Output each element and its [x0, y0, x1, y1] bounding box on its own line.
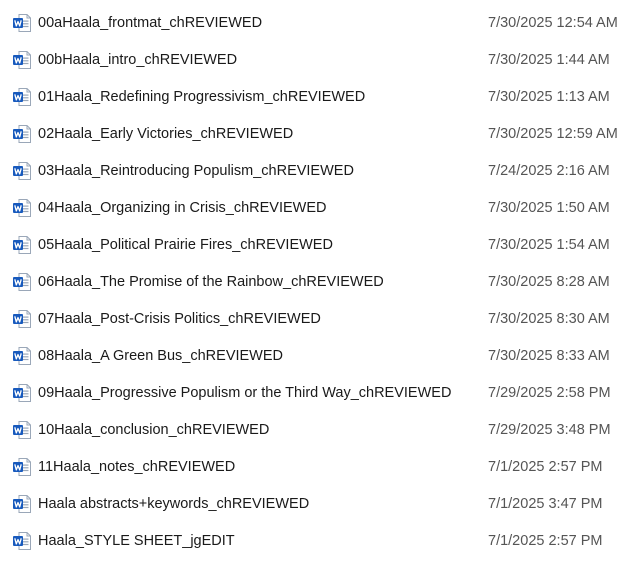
file-row[interactable]: 10Haala_conclusion_chREVIEWED 7/29/2025 … [0, 411, 635, 448]
file-date-modified: 7/29/2025 2:58 PM [488, 385, 611, 401]
file-row[interactable]: 05Haala_Political Prairie Fires_chREVIEW… [0, 226, 635, 263]
file-date-modified: 7/24/2025 2:16 AM [488, 163, 610, 179]
file-name: 06Haala_The Promise of the Rainbow_chREV… [38, 274, 384, 290]
file-date-modified: 7/1/2025 2:57 PM [488, 459, 603, 475]
file-name: 11Haala_notes_chREVIEWED [38, 459, 236, 475]
word-document-icon [12, 87, 32, 107]
word-document-icon [12, 50, 32, 70]
file-name: 09Haala_Progressive Populism or the Thir… [38, 385, 452, 401]
file-row[interactable]: 00bHaala_intro_chREVIEWED 7/30/2025 1:44… [0, 41, 635, 78]
file-date-modified: 7/30/2025 8:30 AM [488, 311, 610, 327]
file-date-modified: 7/1/2025 3:47 PM [488, 496, 603, 512]
file-row[interactable]: 09Haala_Progressive Populism or the Thir… [0, 374, 635, 411]
file-name: 05Haala_Political Prairie Fires_chREVIEW… [38, 237, 333, 253]
file-row[interactable]: 06Haala_The Promise of the Rainbow_chREV… [0, 263, 635, 300]
word-document-icon [12, 346, 32, 366]
word-document-icon [12, 161, 32, 181]
file-name: 00aHaala_frontmat_chREVIEWED [38, 15, 263, 31]
file-name: 02Haala_Early Victories_chREVIEWED [38, 126, 294, 142]
file-row[interactable]: 11Haala_notes_chREVIEWED 7/1/2025 2:57 P… [0, 448, 635, 485]
file-row[interactable]: Haala_STYLE SHEET_jgEDIT 7/1/2025 2:57 P… [0, 522, 635, 559]
file-name: 08Haala_A Green Bus_chREVIEWED [38, 348, 284, 364]
file-name: 00bHaala_intro_chREVIEWED [38, 52, 238, 68]
word-document-icon [12, 457, 32, 477]
word-document-icon [12, 272, 32, 292]
file-date-modified: 7/29/2025 3:48 PM [488, 422, 611, 438]
file-name: 04Haala_Organizing in Crisis_chREVIEWED [38, 200, 327, 216]
word-document-icon [12, 124, 32, 144]
file-date-modified: 7/30/2025 12:59 AM [488, 126, 618, 142]
file-date-modified: 7/30/2025 8:28 AM [488, 274, 610, 290]
file-name: 10Haala_conclusion_chREVIEWED [38, 422, 270, 438]
file-row[interactable]: 03Haala_Reintroducing Populism_chREVIEWE… [0, 152, 635, 189]
file-row[interactable]: 02Haala_Early Victories_chREVIEWED 7/30/… [0, 115, 635, 152]
word-document-icon [12, 531, 32, 551]
word-document-icon [12, 383, 32, 403]
file-row[interactable]: 00aHaala_frontmat_chREVIEWED 7/30/2025 1… [0, 4, 635, 41]
file-row[interactable]: 01Haala_Redefining Progressivism_chREVIE… [0, 78, 635, 115]
file-list: 00aHaala_frontmat_chREVIEWED 7/30/2025 1… [0, 0, 635, 565]
word-document-icon [12, 494, 32, 514]
file-name: 07Haala_Post-Crisis Politics_chREVIEWED [38, 311, 321, 327]
file-row[interactable]: 08Haala_A Green Bus_chREVIEWED 7/30/2025… [0, 337, 635, 374]
file-date-modified: 7/30/2025 12:54 AM [488, 15, 618, 31]
word-document-icon [12, 13, 32, 33]
file-date-modified: 7/30/2025 8:33 AM [488, 348, 610, 364]
file-date-modified: 7/1/2025 2:57 PM [488, 533, 603, 549]
file-date-modified: 7/30/2025 1:54 AM [488, 237, 610, 253]
file-row[interactable]: 07Haala_Post-Crisis Politics_chREVIEWED … [0, 300, 635, 337]
file-date-modified: 7/30/2025 1:13 AM [488, 89, 610, 105]
file-name: 03Haala_Reintroducing Populism_chREVIEWE… [38, 163, 354, 179]
file-date-modified: 7/30/2025 1:50 AM [488, 200, 610, 216]
file-row[interactable]: Haala abstracts+keywords_chREVIEWED 7/1/… [0, 485, 635, 522]
word-document-icon [12, 235, 32, 255]
file-name: Haala abstracts+keywords_chREVIEWED [38, 496, 310, 512]
file-name: 01Haala_Redefining Progressivism_chREVIE… [38, 89, 366, 105]
word-document-icon [12, 420, 32, 440]
word-document-icon [12, 198, 32, 218]
file-row[interactable]: 04Haala_Organizing in Crisis_chREVIEWED … [0, 189, 635, 226]
file-date-modified: 7/30/2025 1:44 AM [488, 52, 610, 68]
word-document-icon [12, 309, 32, 329]
file-name: Haala_STYLE SHEET_jgEDIT [38, 533, 235, 549]
